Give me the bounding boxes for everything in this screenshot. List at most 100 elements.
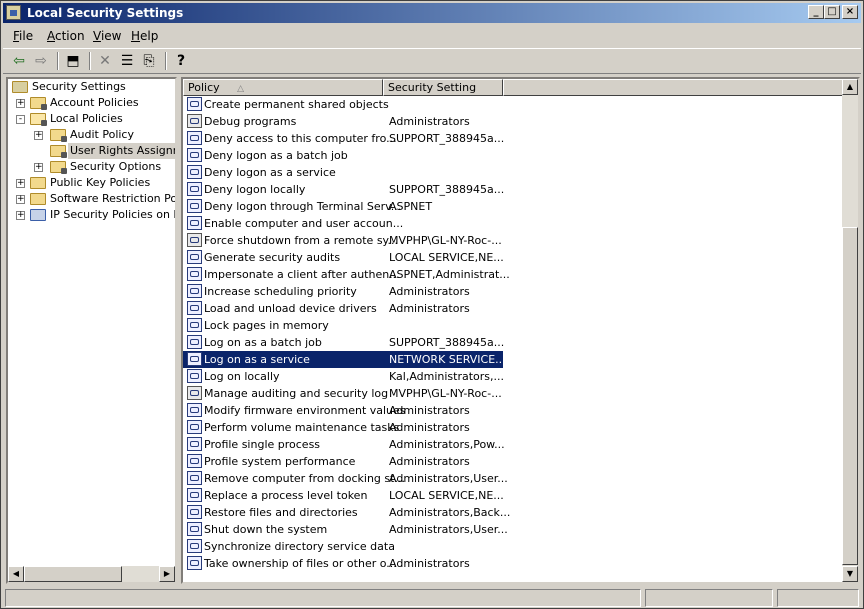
policy-icon xyxy=(187,420,202,434)
policy-setting: ASPNET,Administrat... xyxy=(389,268,510,281)
policy-row[interactable]: Enable computer and user accoun... xyxy=(183,215,503,232)
status-panel-secondary xyxy=(645,589,773,607)
policy-row[interactable]: Debug programs Administrators xyxy=(183,113,503,130)
list-scroll-thumb[interactable] xyxy=(842,227,858,565)
policy-name: Deny logon as a service xyxy=(204,166,336,179)
menu-bar: File Action View Help xyxy=(3,26,861,46)
policy-row[interactable]: Deny access to this computer fro... SUPPO… xyxy=(183,130,505,147)
policy-row[interactable]: Log on locally Kal,Administrators,... xyxy=(183,368,504,385)
policy-row[interactable]: Deny logon locally SUPPORT_388945a... xyxy=(183,181,505,198)
list-vertical-scrollbar[interactable]: ▲ ▼ xyxy=(842,79,858,582)
policy-row[interactable]: Modify firmware environment values Admini… xyxy=(183,402,503,419)
console-tree[interactable]: Security Settings + Account Policies - L… xyxy=(6,77,177,584)
policy-row[interactable]: Impersonate a client after authen... ASPN… xyxy=(183,266,510,283)
sort-ascending-icon: △ xyxy=(237,84,245,94)
title-bar[interactable]: Local Security Settings _ □ × xyxy=(3,3,861,23)
policy-row[interactable]: Force shutdown from a remote sy... MVPHP\… xyxy=(183,232,503,249)
locked-folder-icon xyxy=(50,145,67,158)
expand-icon[interactable]: + xyxy=(16,195,25,204)
scroll-up-icon[interactable]: ▲ xyxy=(842,79,858,95)
policy-setting: LOCAL SERVICE,NE... xyxy=(389,489,504,502)
policy-name: Deny logon locally xyxy=(204,183,306,196)
policy-row[interactable]: Deny logon as a service xyxy=(183,164,503,181)
delete-icon[interactable]: ✕ xyxy=(95,52,115,70)
forward-arrow-icon[interactable]: ⇨ xyxy=(31,52,51,70)
menu-help[interactable]: Help xyxy=(131,29,158,43)
expand-icon[interactable]: + xyxy=(16,99,25,108)
status-panel-main xyxy=(5,589,641,607)
back-arrow-icon[interactable]: ⇦ xyxy=(9,52,29,70)
status-bar xyxy=(3,588,861,608)
policy-icon xyxy=(187,284,202,298)
policy-name: Lock pages in memory xyxy=(204,319,329,332)
expand-icon[interactable]: + xyxy=(34,163,43,172)
policy-icon xyxy=(187,216,202,230)
policy-row[interactable]: Log on as a service NETWORK SERVICE... xyxy=(183,351,506,368)
policy-row[interactable]: Profile single process Administrators,Pow… xyxy=(183,436,505,453)
tree-scroll-thumb[interactable] xyxy=(24,566,122,582)
policy-row[interactable]: Increase scheduling priority Administrato… xyxy=(183,283,503,300)
ip-security-icon xyxy=(30,209,46,221)
policy-row[interactable]: Deny logon as a batch job xyxy=(183,147,503,164)
policy-icon xyxy=(187,267,202,281)
menu-action[interactable]: Action xyxy=(47,29,85,43)
policy-row[interactable]: Load and unload device drivers Administra… xyxy=(183,300,503,317)
policy-name: Force shutdown from a remote sy... xyxy=(204,234,398,247)
policy-icon xyxy=(187,335,202,349)
column-header-policy[interactable]: Policy △ xyxy=(183,79,383,96)
policy-name: Increase scheduling priority xyxy=(204,285,357,298)
policy-name: Deny logon through Terminal Serv... xyxy=(204,200,402,213)
policy-setting: Administrators xyxy=(389,115,470,128)
export-list-icon[interactable]: ⎘ xyxy=(139,52,159,70)
policy-icon xyxy=(187,233,202,247)
policy-name: Perform volume maintenance tasks xyxy=(204,421,400,434)
policy-name: Profile system performance xyxy=(204,455,356,468)
locked-folder-icon xyxy=(50,161,67,174)
policy-icon xyxy=(187,437,202,451)
policy-row[interactable]: Remove computer from docking st... Admini… xyxy=(183,470,508,487)
policy-icon xyxy=(187,539,202,553)
menu-file[interactable]: File xyxy=(13,29,33,43)
policy-row[interactable]: Manage auditing and security log MVPHP\GL… xyxy=(183,385,503,402)
collapse-icon[interactable]: - xyxy=(16,115,25,124)
open-locked-folder-icon xyxy=(30,113,47,126)
policy-name: Log on as a service xyxy=(204,353,310,366)
security-settings-app-icon[interactable] xyxy=(6,5,21,20)
properties-icon[interactable]: ☰ xyxy=(117,52,137,70)
policy-setting: SUPPORT_388945a... xyxy=(389,183,505,196)
policy-name: Profile single process xyxy=(204,438,321,451)
expand-icon[interactable]: + xyxy=(16,211,25,220)
column-header-security-setting[interactable]: Security Setting xyxy=(383,79,503,96)
policy-row[interactable]: Restore files and directories Administrat… xyxy=(183,504,510,521)
policy-list[interactable]: Policy △ Security Setting Create permane… xyxy=(181,77,860,584)
scroll-down-icon[interactable]: ▼ xyxy=(842,566,858,582)
policy-row[interactable]: Profile system performance Administrators xyxy=(183,453,503,470)
menu-view[interactable]: View xyxy=(93,29,121,43)
policy-row[interactable]: Replace a process level token LOCAL SERVI… xyxy=(183,487,504,504)
expand-icon[interactable]: + xyxy=(16,179,25,188)
policy-row[interactable]: Generate security audits LOCAL SERVICE,NE… xyxy=(183,249,504,266)
policy-icon xyxy=(187,386,202,400)
policy-row[interactable]: Deny logon through Terminal Serv... ASPNE… xyxy=(183,198,503,215)
maximize-button[interactable]: □ xyxy=(824,5,840,19)
close-button[interactable]: × xyxy=(842,5,858,19)
policy-setting: SUPPORT_388945a... xyxy=(389,336,505,349)
up-one-level-icon[interactable]: ⬒ xyxy=(63,52,83,70)
policy-setting: SUPPORT_388945a... xyxy=(389,132,505,145)
policy-icon xyxy=(187,301,202,315)
policy-row[interactable]: Log on as a batch job SUPPORT_388945a... xyxy=(183,334,505,351)
tree-horizontal-scrollbar[interactable]: ◀ ▶ xyxy=(8,566,175,582)
scroll-right-icon[interactable]: ▶ xyxy=(159,566,175,582)
local-security-settings-window: Local Security Settings _ □ × File Actio… xyxy=(0,0,864,609)
policy-row[interactable]: Take ownership of files or other o... Adm… xyxy=(183,555,503,572)
expand-icon[interactable]: + xyxy=(34,131,43,140)
minimize-button[interactable]: _ xyxy=(808,5,824,19)
policy-row[interactable]: Create permanent shared objects xyxy=(183,96,503,113)
policy-row[interactable]: Lock pages in memory xyxy=(183,317,503,334)
policy-name: Synchronize directory service data xyxy=(204,540,395,553)
policy-row[interactable]: Shut down the system Administrators,User.… xyxy=(183,521,508,538)
policy-row[interactable]: Perform volume maintenance tasks Administ… xyxy=(183,419,503,436)
help-icon[interactable]: ? xyxy=(171,52,191,70)
policy-row[interactable]: Synchronize directory service data xyxy=(183,538,503,555)
scroll-left-icon[interactable]: ◀ xyxy=(8,566,24,582)
